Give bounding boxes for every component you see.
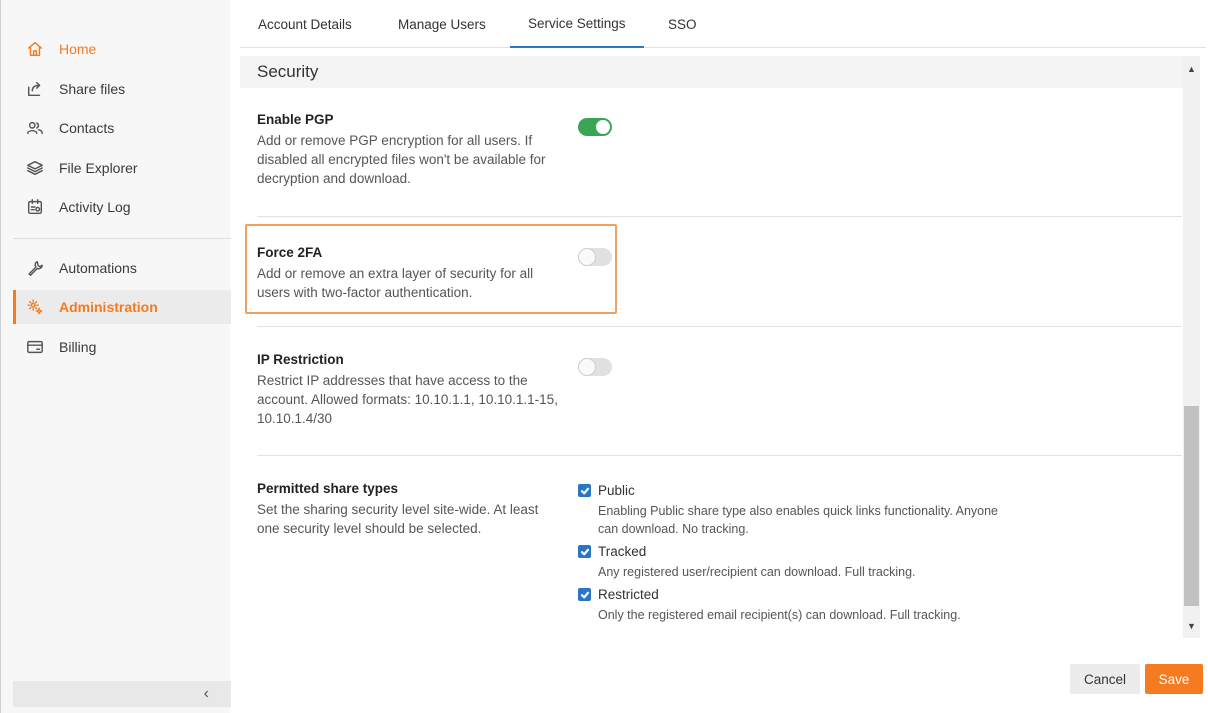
scroll-down-arrow-icon[interactable]: ▼: [1183, 617, 1200, 634]
settings-content: Security Enable PGP Add or remove PGP en…: [240, 50, 1185, 640]
wrench-icon: [25, 258, 45, 278]
layers-icon: [25, 158, 45, 178]
sidebar-item-label: Home: [59, 41, 97, 57]
setting-description: Set the sharing security level site-wide…: [257, 502, 539, 536]
setting-title: Force 2FA: [257, 245, 323, 260]
sidebar-item-label: Automations: [59, 260, 137, 276]
share-types-options: Public Enabling Public share type also e…: [578, 483, 1018, 624]
setting-row-ip-restriction: IP Restriction Restrict IP addresses tha…: [257, 352, 1182, 428]
contacts-icon: [25, 118, 45, 138]
sidebar-item-label: Contacts: [59, 120, 115, 136]
checkbox-description: Only the registered email recipient(s) c…: [598, 608, 961, 622]
save-button[interactable]: Save: [1145, 664, 1203, 694]
sidebar-item-file-explorer[interactable]: File Explorer: [13, 151, 231, 185]
chevron-left-icon: ‹: [203, 685, 209, 702]
sidebar-item-label: File Explorer: [59, 160, 138, 176]
toggle-knob: [578, 358, 596, 376]
share-icon: [25, 79, 45, 99]
setting-description: Restrict IP addresses that have access t…: [257, 373, 558, 426]
checkbox-description: Enabling Public share type also enables …: [598, 504, 999, 536]
tab-manage-users[interactable]: Manage Users: [380, 0, 504, 48]
setting-title: Enable PGP: [257, 112, 334, 127]
sidebar-item-activity-log[interactable]: Activity Log: [13, 190, 231, 224]
tab-sso[interactable]: SSO: [650, 0, 715, 48]
divider: [257, 216, 1182, 217]
gear-icon: [25, 297, 45, 317]
checkbox-label: Public: [598, 483, 635, 498]
toggle-knob: [578, 248, 596, 266]
checkbox-checked-icon: [578, 588, 591, 601]
tab-account-details[interactable]: Account Details: [240, 0, 370, 48]
home-icon: [25, 39, 45, 59]
ip-restriction-toggle[interactable]: [578, 358, 612, 376]
setting-row-force-2fa: Force 2FA Add or remove an extra layer o…: [257, 245, 1182, 302]
tab-service-settings[interactable]: Service Settings: [510, 0, 644, 48]
sidebar-item-administration[interactable]: Administration: [13, 290, 231, 324]
sidebar-item-label: Activity Log: [59, 199, 131, 215]
sidebar-item-billing[interactable]: Billing: [13, 330, 231, 364]
checkbox-checked-icon: [578, 484, 591, 497]
checkbox-description: Any registered user/recipient can downlo…: [598, 565, 916, 579]
share-type-tracked-checkbox[interactable]: Tracked: [578, 544, 1018, 559]
section-title: Security: [240, 56, 1185, 88]
sidebar-item-home[interactable]: Home: [13, 32, 231, 66]
sidebar: Home Share files Contacts File Explorer …: [0, 0, 231, 713]
share-type-restricted-checkbox[interactable]: Restricted: [578, 587, 1018, 602]
divider: [257, 326, 1182, 327]
scrollbar-thumb[interactable]: [1184, 406, 1199, 606]
setting-description: Add or remove PGP encryption for all use…: [257, 133, 546, 186]
content-scrollbar[interactable]: ▲ ▼: [1183, 56, 1200, 638]
toggle-knob: [596, 120, 610, 134]
sidebar-item-label: Billing: [59, 339, 97, 355]
sidebar-item-automations[interactable]: Automations: [13, 251, 231, 285]
force-2fa-toggle[interactable]: [578, 248, 612, 266]
cancel-button[interactable]: Cancel: [1070, 664, 1140, 694]
sidebar-item-contacts[interactable]: Contacts: [13, 111, 231, 145]
setting-title: IP Restriction: [257, 352, 344, 367]
pgp-toggle[interactable]: [578, 118, 612, 136]
checkbox-label: Tracked: [598, 544, 647, 559]
settings-tabs: Account Details Manage Users Service Set…: [240, 0, 1206, 48]
divider: [257, 455, 1182, 456]
scroll-up-arrow-icon[interactable]: ▲: [1183, 60, 1200, 77]
share-type-public-checkbox[interactable]: Public: [578, 483, 1018, 498]
sidebar-item-share-files[interactable]: Share files: [13, 72, 231, 106]
sidebar-collapse-button[interactable]: ‹: [13, 681, 231, 707]
sidebar-item-label: Administration: [59, 299, 158, 315]
sidebar-divider: [13, 238, 231, 239]
checkbox-label: Restricted: [598, 587, 659, 602]
setting-row-pgp: Enable PGP Add or remove PGP encryption …: [257, 112, 1182, 188]
card-icon: [25, 337, 45, 357]
activity-log-icon: [25, 197, 45, 217]
sidebar-item-label: Share files: [59, 81, 126, 97]
checkbox-checked-icon: [578, 545, 591, 558]
setting-description: Add or remove an extra layer of security…: [257, 266, 534, 300]
